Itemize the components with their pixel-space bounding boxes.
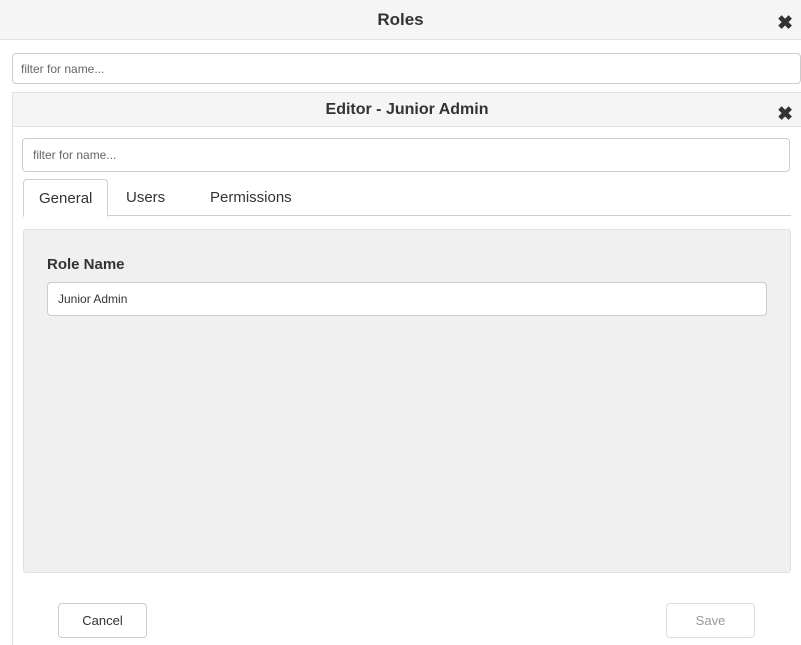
roles-window: Roles ✖ Editor - Junior Admin ✖ General … [0,0,801,645]
editor-title: Editor - Junior Admin [325,101,489,118]
roles-title: Roles [377,10,424,29]
tab-users[interactable]: Users [112,179,180,216]
tab-general[interactable]: General [23,179,109,217]
role-name-label: Role Name [47,256,125,273]
general-tab-pane: Role Name [23,229,791,573]
editor-filter-input[interactable] [22,138,790,172]
editor-close-icon[interactable]: ✖ [777,105,793,124]
role-name-input[interactable] [47,282,767,316]
tab-permissions[interactable]: Permissions [195,179,307,216]
roles-header: Roles ✖ [0,0,801,40]
tab-bar: General Users Permissions [23,179,791,217]
save-button[interactable]: Save [666,603,755,638]
editor-panel: Editor - Junior Admin ✖ General Users Pe… [12,92,801,645]
editor-header: Editor - Junior Admin ✖ [13,93,801,127]
close-icon[interactable]: ✖ [777,14,793,33]
cancel-button[interactable]: Cancel [58,603,147,638]
roles-filter-input[interactable] [12,53,801,84]
